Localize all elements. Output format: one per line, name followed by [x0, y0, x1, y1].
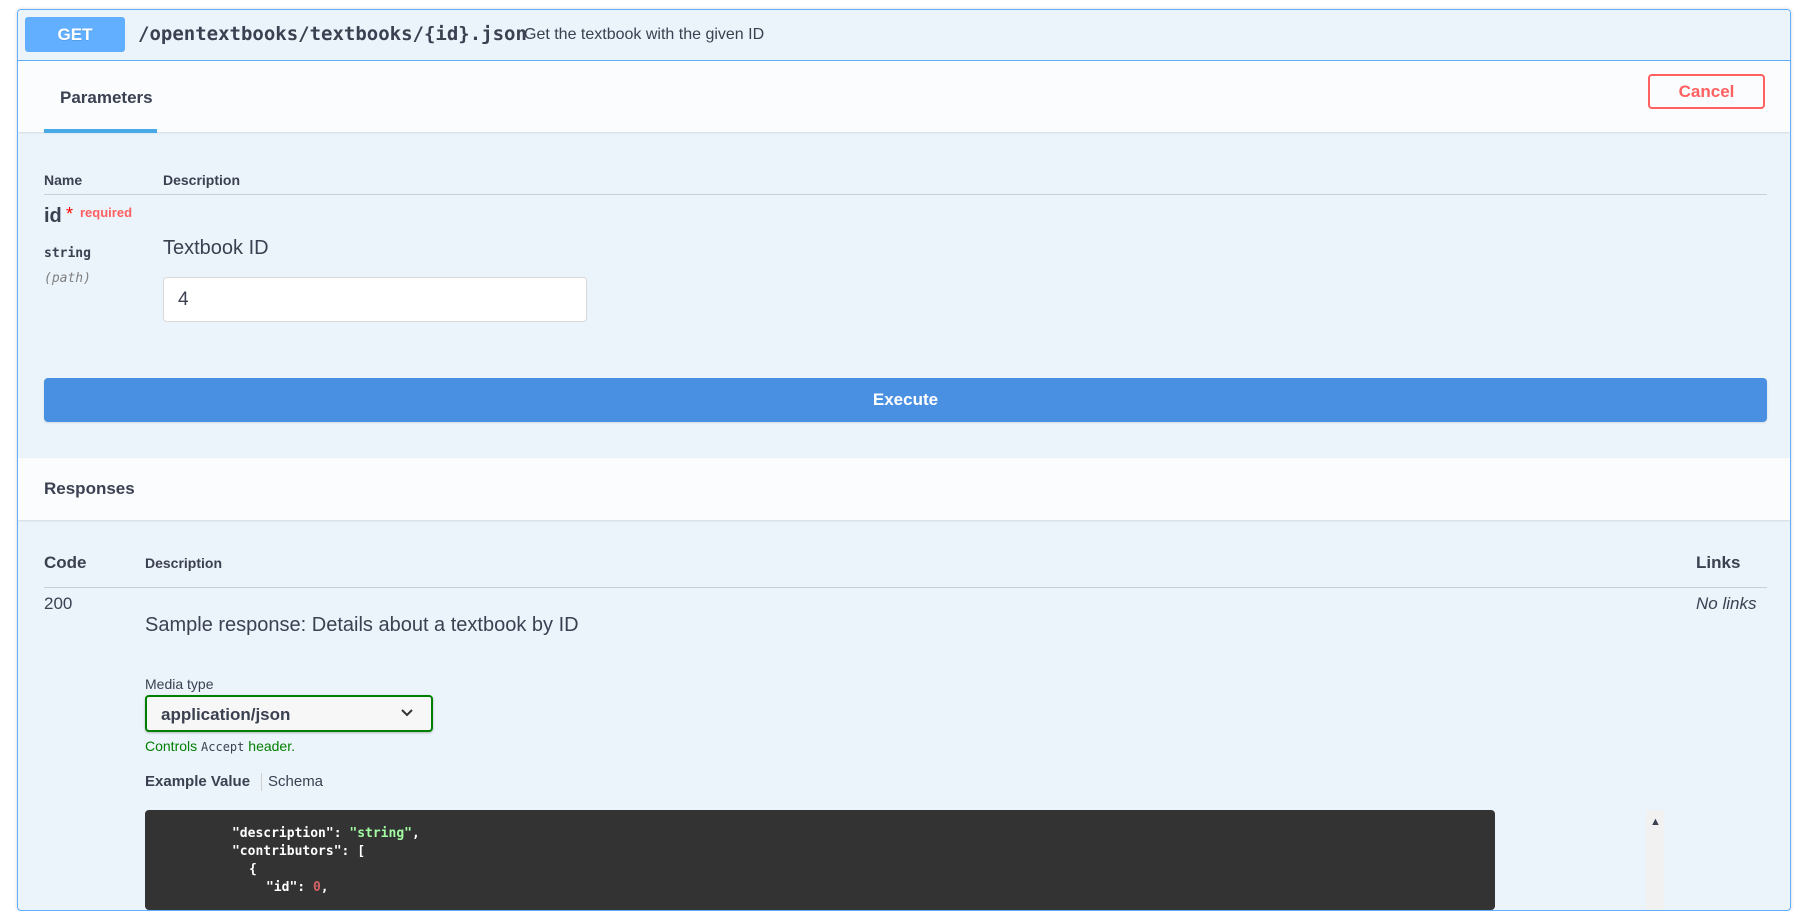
response-code: 200 [44, 594, 73, 613]
code-punct: [ [357, 844, 366, 859]
controls-code: Accept [201, 740, 245, 754]
example-code-block[interactable]: "description": "string", "contributors":… [145, 810, 1495, 910]
code-sep: : [341, 844, 358, 859]
controls-prefix: Controls [145, 738, 198, 754]
tab-separator [261, 773, 262, 791]
operation-summary-text: Get the textbook with the given ID [524, 26, 765, 43]
code-key: "id" [265, 880, 298, 895]
operation-summary[interactable]: GET /opentextbooks/textbooks/{id}.json G… [18, 10, 1790, 61]
code-end: , [320, 880, 329, 895]
controls-accept-note: Controls Accept header. [145, 738, 295, 754]
operation-path: /opentextbooks/textbooks/{id}.json [138, 23, 527, 45]
param-description: Textbook ID [163, 237, 269, 259]
param-name: id [44, 205, 62, 227]
tab-example-value[interactable]: Example Value [145, 773, 250, 790]
column-description-header: Description [163, 172, 241, 188]
execute-button[interactable]: Execute [44, 378, 1767, 422]
required-label: required [80, 205, 133, 220]
parameters-divider [44, 194, 1767, 195]
chevron-down-icon [399, 704, 415, 725]
response-description: Sample response: Details about a textboo… [145, 614, 579, 636]
tab-parameters-label: Parameters [60, 88, 153, 107]
method-badge: GET [25, 17, 125, 52]
column-name-header: Name [44, 172, 83, 188]
param-location: (path) [44, 271, 91, 286]
column-code-header: Code [44, 553, 87, 572]
code-end: , [412, 826, 420, 841]
id-input[interactable] [163, 277, 587, 322]
param-type: string [44, 246, 91, 261]
code-line: "id": 0, [219, 865, 329, 910]
tab-schema[interactable]: Schema [268, 773, 323, 790]
responses-header: Responses [18, 458, 1790, 520]
responses-title: Responses [44, 479, 135, 498]
code-sep: : [297, 880, 313, 895]
response-links: No links [1696, 594, 1757, 613]
parameters-header: Parameters Cancel [18, 61, 1790, 133]
media-type-label: Media type [145, 676, 214, 692]
media-type-value: application/json [161, 705, 291, 724]
scroll-up-arrow-icon[interactable]: ▲ [1650, 816, 1661, 828]
column-response-description-header: Description [145, 555, 223, 571]
cancel-button[interactable]: Cancel [1648, 74, 1765, 109]
tab-parameters[interactable]: Parameters [44, 61, 157, 133]
column-links-header: Links [1696, 553, 1741, 572]
controls-suffix: header. [248, 738, 295, 754]
required-star: * [66, 204, 74, 224]
code-number: 0 [312, 880, 321, 895]
media-type-select[interactable]: application/json [145, 695, 433, 732]
responses-divider [44, 587, 1767, 588]
operation-block: GET /opentextbooks/textbooks/{id}.json G… [17, 9, 1791, 911]
